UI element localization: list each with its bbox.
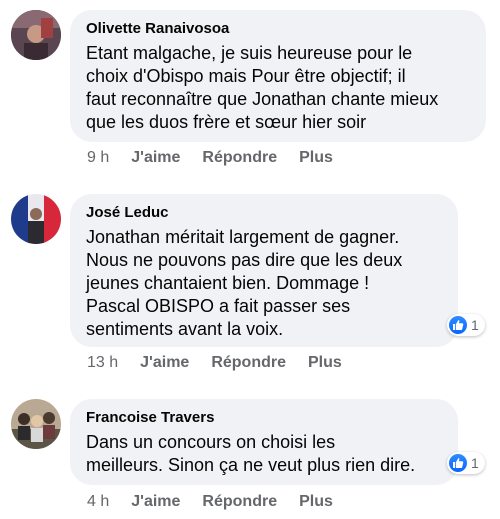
comment-timestamp[interactable]: 13 h [87,354,118,372]
reply-button[interactable]: Répondre [211,354,286,372]
like-button[interactable]: J'aime [131,493,180,511]
comment-actions: 9 h J'aime Répondre Plus [87,148,355,168]
comment-text-line: Dans un concours on choisi les [86,432,336,452]
comment-text-line: Etant malgache, je suis heureuse pour le [86,43,413,63]
comment-text-line: choix d'Obispo mais Pour être objectif; … [86,66,406,86]
comment-text-line: que les duos frère et sœur hier soir [86,112,367,132]
reaction-count[interactable]: 1 [447,452,485,474]
comment-text-line: jeunes chantaient bien. Dommage ! [86,273,370,293]
reply-button[interactable]: Répondre [202,493,277,511]
comment-text-line: meilleurs. Sinon ça ne veut plus rien di… [86,455,416,475]
avatar[interactable] [11,194,61,244]
comment-timestamp[interactable]: 4 h [87,493,109,511]
more-button[interactable]: Plus [299,493,333,511]
comment-actions: 4 h J'aime Répondre Plus [87,492,355,512]
comment-text-line: Nous ne pouvons pas dire que les deux [86,250,403,270]
comment-author[interactable]: Olivette Ranaivosoa [86,20,470,38]
comment-bubble: José Leduc Jonathan méritait largement d… [70,194,458,347]
comment-text-line: Jonathan méritait largement de gagner. [86,227,400,247]
comment-bubble: Francoise Travers Dans un concours on ch… [70,399,458,485]
like-button[interactable]: J'aime [140,354,189,372]
comment-text-line: Pascal OBISPO a fait passer ses [86,296,351,316]
more-button[interactable]: Plus [308,354,342,372]
avatar[interactable] [11,399,61,449]
like-icon [449,316,467,334]
avatar[interactable] [11,10,61,60]
comment-timestamp[interactable]: 9 h [87,149,109,167]
like-button[interactable]: J'aime [131,149,180,167]
reaction-count-value: 1 [471,455,479,471]
reaction-count[interactable]: 1 [447,314,485,336]
comment-bubble: Olivette Ranaivosoa Etant malgache, je s… [70,10,486,142]
like-icon [449,454,467,472]
comment-text-line: faut reconnaître que Jonathan chante mie… [86,89,439,109]
reaction-count-value: 1 [471,317,479,333]
more-button[interactable]: Plus [299,149,333,167]
comment-text-line: sentiments avant la voix. [86,319,284,339]
reply-button[interactable]: Répondre [202,149,277,167]
comment-author[interactable]: José Leduc [86,204,442,222]
comment-author[interactable]: Francoise Travers [86,409,442,427]
comment-actions: 13 h J'aime Répondre Plus [87,353,364,373]
